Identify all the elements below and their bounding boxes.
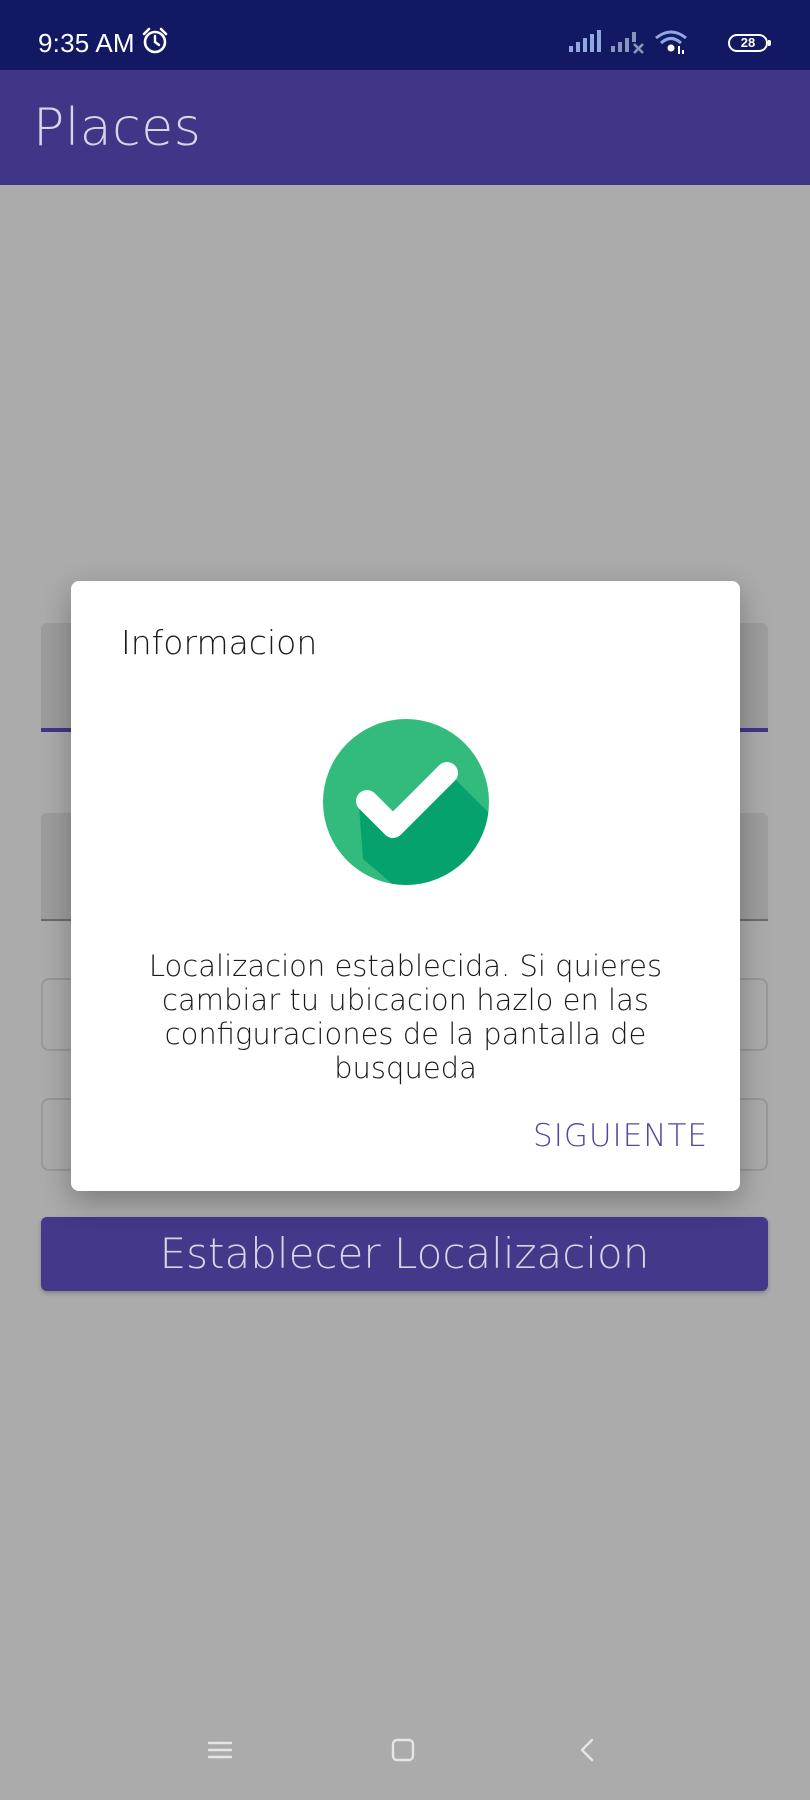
app-title: Places (33, 98, 202, 158)
dialog-title: Informacion (121, 623, 318, 662)
back-icon[interactable] (574, 1736, 602, 1764)
status-bar: 9:35 AM 28 (0, 0, 810, 70)
app-bar: Places (0, 70, 810, 185)
dialog-message: Localizacion establecida. Si quieres cam… (148, 949, 663, 1085)
home-icon[interactable] (389, 1736, 417, 1764)
check-circle-icon (323, 719, 489, 885)
set-location-button[interactable]: Establecer Localizacion (41, 1217, 768, 1291)
wifi-icon (655, 30, 687, 54)
next-button[interactable]: SIGUIENTE (533, 1118, 708, 1154)
battery-icon: 28 (728, 34, 771, 52)
menu-icon[interactable] (206, 1736, 234, 1764)
info-dialog: Informacion Localizacion establecida. Si… (71, 581, 740, 1191)
signal-off-icon (611, 32, 644, 54)
status-icons: 28 (568, 26, 771, 56)
alarm-icon (142, 27, 168, 54)
signal-icon (569, 30, 601, 52)
status-time: 9:35 AM (38, 28, 135, 58)
